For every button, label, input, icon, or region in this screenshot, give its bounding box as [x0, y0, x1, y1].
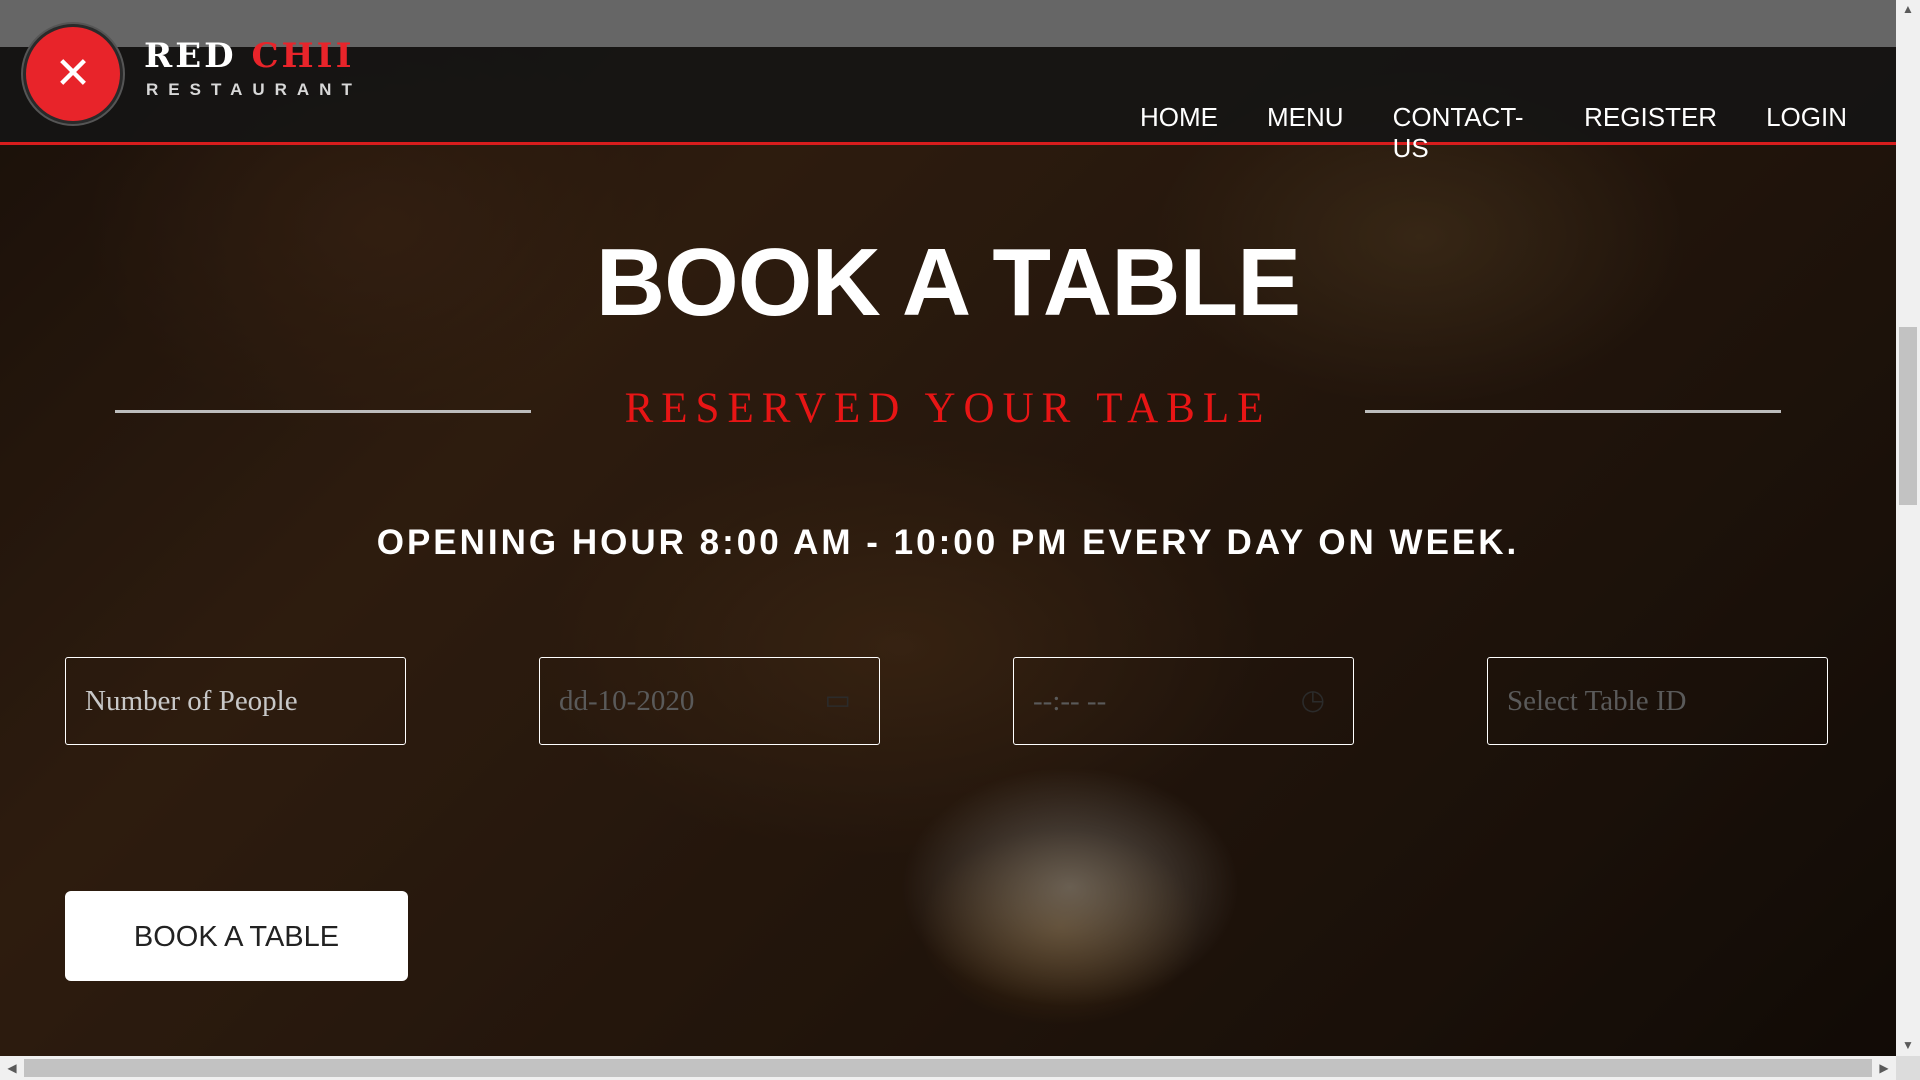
scroll-right-arrow-icon[interactable]: ▶: [1872, 1061, 1896, 1075]
nav-menu[interactable]: MENU: [1267, 102, 1344, 164]
scroll-left-arrow-icon[interactable]: ◀: [0, 1061, 24, 1075]
vertical-scroll-thumb[interactable]: [1899, 327, 1917, 505]
nav-login[interactable]: LOGIN: [1766, 102, 1847, 164]
table-id-select[interactable]: Select Table ID: [1487, 657, 1828, 745]
clock-icon[interactable]: ◷: [1301, 658, 1325, 744]
main-nav: HOME MENU CONTACT-US REGISTER LOGIN: [1140, 102, 1896, 164]
book-table-button[interactable]: BOOK A TABLE: [65, 891, 408, 981]
scroll-down-arrow-icon[interactable]: ▼: [1896, 1038, 1920, 1052]
vertical-scrollbar[interactable]: [1896, 0, 1920, 1056]
horizontal-scroll-thumb[interactable]: [24, 1059, 1872, 1077]
brand-name-part2: CHI: [251, 36, 336, 76]
brand-name-part3: I: [335, 36, 355, 76]
date-input[interactable]: dd-10-2020 ▭: [539, 657, 880, 745]
number-of-people-input[interactable]: Number of People: [65, 657, 406, 745]
page-subtitle: RESERVED YOUR TABLE: [624, 385, 1272, 432]
date-value: dd-10-2020: [559, 685, 695, 717]
opening-hours: OPENING HOUR 8:00 AM - 10:00 PM EVERY DA…: [376, 523, 1520, 562]
calendar-icon[interactable]: ▭: [825, 658, 851, 744]
brand-name[interactable]: RED CHII: [144, 36, 355, 76]
fork-spoon-icon[interactable]: ✕: [26, 27, 120, 121]
nav-home[interactable]: HOME: [1140, 102, 1218, 164]
scroll-up-arrow-icon[interactable]: ▲: [1896, 2, 1920, 16]
brand-tagline: RESTAURANT: [146, 80, 362, 99]
time-value: --:-- --: [1033, 685, 1107, 717]
page-title: BOOK A TABLE: [595, 229, 1301, 336]
nav-register[interactable]: REGISTER: [1584, 102, 1717, 164]
scrollbar-corner: [1896, 1056, 1920, 1080]
time-input[interactable]: --:-- -- ◷: [1013, 657, 1354, 745]
brand-name-part1: RED: [144, 36, 252, 76]
nav-contact-us[interactable]: CONTACT-US: [1393, 102, 1536, 164]
